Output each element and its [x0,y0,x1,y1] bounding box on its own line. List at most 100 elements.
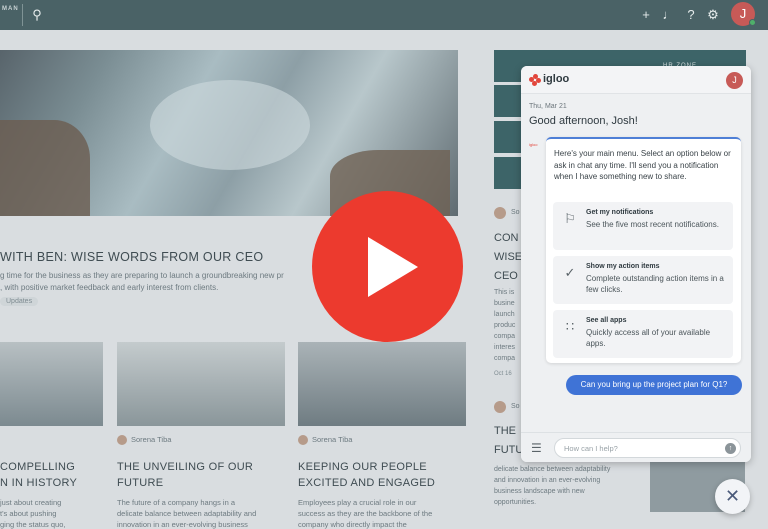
bot-label: igloo [529,142,538,147]
excerpt-line: , with positive market feedback and earl… [0,283,219,292]
text-line: ging the status quo, [0,520,66,529]
bell-icon[interactable]: ♩ [660,6,678,24]
chat-date: Thu, Mar 21 [529,103,567,110]
help-icon[interactable]: ? [682,6,700,24]
chat-logo-text: igloo [543,73,570,85]
divider [22,4,23,26]
igloo-logo-icon [529,74,541,86]
text-line: t's about pushing [0,509,57,518]
plus-icon[interactable]: + [637,6,655,24]
text-line: just about creating [0,498,62,507]
flag-icon: ⚐ [564,211,576,226]
bot-intro-text: Here's your main menu. Select an option … [554,149,731,181]
chat-input[interactable] [554,438,741,458]
author-avatar [494,207,506,219]
menu-icon[interactable]: ☰ [531,441,542,455]
post-date: Oct 16 [494,371,512,377]
card-excerpt: Employees play a crucial role in our succ… [298,497,432,529]
text-line: busine [494,300,515,307]
post-title[interactable]: THE FUTU [494,422,523,460]
text-line: success as they are the backbone of the [298,509,433,518]
card-excerpt: just about creating t's about pushing ging… [0,497,65,529]
feature-tag[interactable]: Updates [0,297,39,306]
author-name: Sorena Tiba [312,435,353,444]
title-line: FUTURE [117,477,164,489]
text-line: Employees play a crucial role in our [298,498,417,507]
title-line: COMPELLING [0,461,76,473]
author-name: So [511,209,520,216]
text-line: This is [494,289,515,296]
feature-headline[interactable]: WITH BEN: WISE WORDS FROM OUR CEO [0,250,263,264]
chat-assistant-panel: igloo J Thu, Mar 21 Good afternoon, Josh… [521,66,751,462]
post-excerpt: delicate balance between adaptability and… [494,464,610,508]
search-icon[interactable]: ⚲ [28,6,46,24]
text-line: interes [494,344,516,351]
title-line: THE UNVEILING OF OUR [117,461,254,473]
title-line: N IN HISTORY [0,477,78,489]
text-line: produc [494,322,516,329]
hero-rock-left [0,120,90,216]
card-title[interactable]: KEEPING OUR PEOPLE EXCITED AND ENGAGED [298,459,435,491]
title-line: KEEPING OUR PEOPLE [298,461,427,473]
option-description: See the five most recent notifications. [586,220,719,229]
hero-wave [150,80,310,170]
excerpt-line: g time for the business as they are prep… [0,271,284,280]
online-status-dot [749,19,756,26]
chat-user-avatar[interactable]: J [726,72,743,89]
feature-excerpt: g time for the business as they are prep… [0,270,330,294]
brand-logo-text[interactable]: MAN [2,6,19,12]
text-line: opportunities. [494,499,537,506]
text-line: delicate balance between adaptability an… [117,509,257,518]
card-excerpt: The future of a company hangs in a delica… [117,497,256,529]
text-line: delicate balance between adaptability [494,466,611,473]
author-avatar [298,435,308,446]
close-icon[interactable]: ✕ [715,479,750,514]
post-excerpt: This is busine launch produc compa interes com… [494,287,515,364]
card-title[interactable]: THE UNVEILING OF OUR FUTURE [117,459,253,491]
chat-composer: ☰ ↑ [521,432,751,462]
text-line: and innovation in an ever-evolving [494,477,601,484]
text-line: innovation in an ever-evolving business [117,520,248,529]
author-avatar [494,401,506,413]
text-line: business landscape with new [494,488,585,495]
option-description: Quickly access all of your available app… [586,328,711,348]
card-title[interactable]: COMPELLING N IN HISTORY [0,459,77,491]
option-title: Show my action items [586,263,660,270]
text-line: launch [494,311,515,318]
text-line: company who directly impact the [298,520,407,529]
play-triangle [368,237,418,297]
top-navigation-bar: MAN ⚲ + ♩ ? ⚙ J [0,0,768,30]
card-author: Sorena Tiba [117,435,172,446]
apps-grid-icon: ∷ [565,319,575,334]
option-action-items[interactable]: ✓ Show my action items Complete outstand… [553,256,733,304]
chat-header: igloo J [521,66,751,94]
text-line: compa [494,355,516,362]
author-name: Sorena Tiba [131,435,172,444]
option-description: Complete outstanding action items in a f… [586,274,724,294]
send-icon[interactable]: ↑ [725,443,736,454]
card-author: Sorena Tiba [298,435,353,446]
card-image[interactable] [0,342,103,426]
option-all-apps[interactable]: ∷ See all apps Quickly access all of you… [553,310,733,358]
gear-icon[interactable]: ⚙ [704,6,722,24]
title-line: WISE [494,251,523,263]
text-line: compa [494,333,516,340]
user-message-bubble: Can you bring up the project plan for Q1… [566,375,742,395]
title-line: THE [494,425,516,437]
option-title: See all apps [586,317,627,324]
author-name: So [511,403,520,410]
title-line: CEO [494,270,518,282]
text-line: The future of a company hangs in a [117,498,235,507]
option-title: Get my notifications [586,209,654,216]
title-line: FUTU [494,444,524,456]
check-circle-icon: ✓ [564,265,576,280]
title-line: CON [494,232,519,244]
chat-greeting: Good afternoon, Josh! [529,115,638,127]
card-image[interactable] [298,342,466,426]
bot-message-bubble: Here's your main menu. Select an option … [546,137,741,363]
play-icon[interactable] [312,191,463,342]
card-image[interactable] [117,342,285,426]
post-title[interactable]: CON WISE CEO [494,229,522,286]
title-line: EXCITED AND ENGAGED [298,477,436,489]
option-get-notifications[interactable]: ⚐ Get my notifications See the five most… [553,202,733,250]
